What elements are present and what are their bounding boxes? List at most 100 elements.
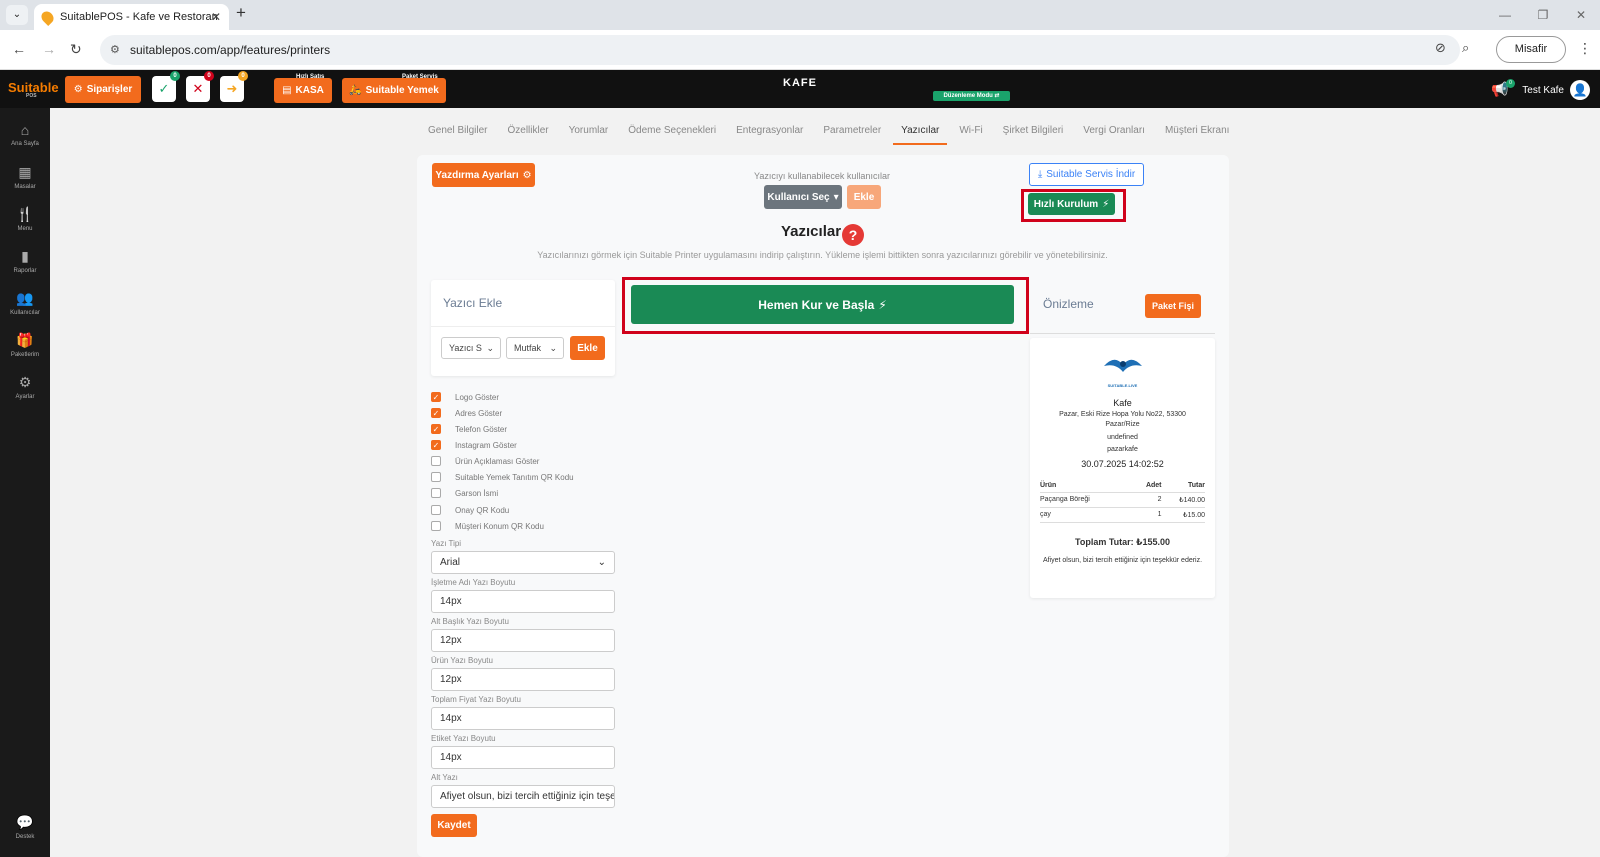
option-instagram[interactable]: ✓ Instagram Göster [431,440,517,450]
restore-icon[interactable]: ❐ [1524,0,1562,30]
sidebar-item-settings[interactable]: ⚙ Ayarlar [0,374,50,400]
tab-general[interactable]: Genel Bilgiler [420,118,495,145]
footer-label: Alt Yazı [431,773,458,782]
checkbox[interactable]: ✓ [431,440,441,450]
checkbox[interactable] [431,521,441,531]
checkbox[interactable] [431,472,441,482]
tab-tax[interactable]: Vergi Oranları [1075,118,1153,145]
edit-mode-badge[interactable]: Düzenleme Modu ⇄ [933,91,1010,101]
option-label: Adres Göster [455,408,503,418]
print-settings-button[interactable]: Yazdırma Ayarları ⚙ [432,163,535,187]
footer-value: Afiyet olsun, bizi tercih ettiğiniz için… [440,791,615,802]
gift-icon: 🎁 [16,332,34,348]
sidebar-label: Destek [15,834,35,840]
option-product-desc[interactable]: Ürün Açıklaması Göster [431,456,539,466]
help-icon[interactable]: ? [842,224,864,246]
biz-size-label: İşletme Adı Yazı Boyutu [431,578,516,587]
zoom-icon[interactable]: ⌕ [1462,40,1469,56]
download-icon: ⤓ [1037,169,1043,180]
option-label: Müşteri Konum QR Kodu [455,521,544,531]
tab-company[interactable]: Şirket Bilgileri [995,118,1072,145]
printer-select[interactable]: Yazıcı S ⌄ [441,337,501,359]
profile-button[interactable]: Misafir [1496,36,1566,63]
add-user-button[interactable]: Ekle [847,185,881,209]
tab-search-button[interactable]: ⌄ [6,5,28,25]
footer-input[interactable]: Afiyet olsun, bizi tercih ettiğiniz için… [431,785,615,808]
sidebar: ⌂ Ana Sayfa ▦ Masalar 🍴 Menu ▮ Raporlar 👥 Kul… [0,108,50,857]
browser-tab[interactable]: SuitablePOS - Kafe ve Restoran ✕ [34,4,229,30]
font-select[interactable]: Arial ⌄ [431,551,615,574]
sidebar-item-tables[interactable]: ▦ Masalar [0,164,50,190]
package-receipt-button[interactable]: Paket Fişi [1145,294,1201,318]
category-select[interactable]: Mutfak ⌄ [506,337,564,359]
settings-tabs: Genel Bilgiler Özellikler Yorumlar Ödeme… [420,118,1241,145]
printer-select-value: Yazıcı S [449,343,482,353]
minimize-icon[interactable]: — [1486,0,1524,30]
new-tab-button[interactable]: + [236,3,246,23]
avatar-icon: 👤 [1570,80,1590,100]
user-menu[interactable]: Test Kafe 👤 [1522,80,1590,100]
table-icon: ▦ [18,164,32,180]
row-qty: 2 [1157,496,1162,503]
tab-reviews[interactable]: Yorumlar [561,118,617,145]
tab-integrations[interactable]: Entegrasyonlar [728,118,811,145]
checkbox[interactable] [431,488,441,498]
tracking-icon[interactable]: ⊘ [1435,40,1446,56]
tab-customer-screen[interactable]: Müşteri Ekranı [1157,118,1237,145]
total-size-input[interactable]: 14px [431,707,615,730]
tab-features[interactable]: Özellikler [499,118,556,145]
col-product: Ürün [1040,482,1057,489]
sidebar-item-users[interactable]: 👥 Kullanıcılar [0,290,50,316]
sidebar-item-packages[interactable]: 🎁 Paketlerim [0,332,50,358]
sidebar-item-reports[interactable]: ▮ Raporlar [0,248,50,274]
print-settings-label: Yazdırma Ayarları [435,169,519,181]
url-field[interactable]: ⚙ suitablepos.com/app/features/printers [100,35,1460,65]
sidebar-item-home[interactable]: ⌂ Ana Sayfa [0,122,50,147]
option-logo[interactable]: ✓ Logo Göster [431,392,499,402]
sidebar-item-support[interactable]: 💬 Destek [0,814,50,840]
download-service-button[interactable]: ⤓ Suitable Servis İndir [1029,163,1144,186]
close-window-icon[interactable]: ✕ [1562,0,1600,30]
url-text: suitablepos.com/app/features/printers [130,43,331,57]
tag-size-input[interactable]: 14px [431,746,615,769]
venue-name: KAFE [783,77,817,89]
total-size-label: Toplam Fiyat Yazı Boyutu [431,695,521,704]
add-printer-card: Yazıcı Ekle [431,280,615,376]
option-address[interactable]: ✓ Adres Göster [431,408,502,418]
address-bar-row: ← → ↻ ⚙ suitablepos.com/app/features/pri… [0,30,1600,70]
forward-icon[interactable]: → [42,41,56,57]
option-label: Instagram Göster [455,440,517,450]
checkbox[interactable]: ✓ [431,424,441,434]
option-qr-promo[interactable]: Suitable Yemek Tanıtım QR Kodu [431,472,574,482]
product-size-input[interactable]: 12px [431,668,615,691]
back-icon[interactable]: ← [12,41,26,57]
tab-wifi[interactable]: Wi-Fi [951,118,990,145]
save-label: Kaydet [437,820,471,831]
select-user-dropdown[interactable]: Kullanıcı Seç ▾ [764,185,842,209]
chat-icon: 💬 [16,814,34,830]
tab-parameters[interactable]: Parametreler [815,118,889,145]
menu-icon[interactable]: ⋮ [1578,40,1592,57]
reload-icon[interactable]: ↻ [70,41,82,58]
site-info-icon[interactable]: ⚙ [110,35,120,65]
checkbox[interactable]: ✓ [431,408,441,418]
select-user-label: Kullanıcı Seç [767,191,830,203]
sidebar-item-menu[interactable]: 🍴 Menu [0,206,50,232]
checkbox[interactable] [431,456,441,466]
close-tab-icon[interactable]: ✕ [211,4,221,30]
checkbox[interactable]: ✓ [431,392,441,402]
page-title: Yazıcılar [781,223,842,240]
save-button[interactable]: Kaydet [431,814,477,837]
add-printer-button[interactable]: Ekle [570,336,605,360]
option-approval-qr[interactable]: Onay QR Kodu [431,505,509,515]
tab-payment[interactable]: Ödeme Seçenekleri [620,118,724,145]
checkbox[interactable] [431,505,441,515]
option-label: Garson İsmi [455,488,499,498]
option-location-qr[interactable]: Müşteri Konum QR Kodu [431,521,544,531]
option-phone[interactable]: ✓ Telefon Göster [431,424,507,434]
sub-size-input[interactable]: 12px [431,629,615,652]
tab-printers[interactable]: Yazıcılar [893,118,948,145]
biz-size-input[interactable]: 14px [431,590,615,613]
notification-badge: 0 [1506,79,1515,88]
option-waiter[interactable]: Garson İsmi [431,488,498,498]
